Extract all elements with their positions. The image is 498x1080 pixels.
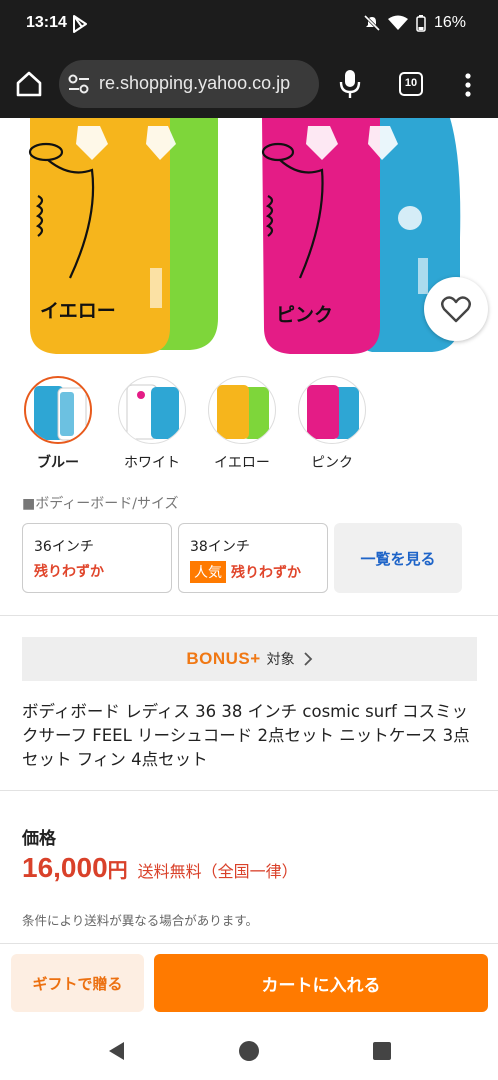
variant-yellow[interactable]: イエロー <box>204 376 280 472</box>
size-heading: ■ボディーボード/サイズ <box>22 496 179 512</box>
bonus-logo: BONUS+ <box>186 649 261 668</box>
home-circle-icon[interactable] <box>238 1040 260 1062</box>
variant-pink[interactable]: ピンク <box>294 376 370 472</box>
size-name: 36インチ <box>34 539 94 555</box>
board-thumbnail-icon <box>217 385 269 439</box>
add-to-cart-button[interactable]: カートに入れる <box>154 954 488 1012</box>
divider <box>0 790 498 791</box>
home-icon[interactable] <box>12 67 46 101</box>
variant-thumb-white <box>118 376 186 444</box>
bonus-banner[interactable]: BONUS+ 対象 <box>22 637 477 681</box>
stock-status: 残りわずか <box>34 564 104 580</box>
url-text: re.shopping.yahoo.co.jp <box>99 73 291 93</box>
board-thumbnail-icon <box>34 386 87 441</box>
variant-thumb-yellow <box>208 376 276 444</box>
view-all-button[interactable]: 一覧を見る <box>334 523 462 593</box>
bonus-target-label: 対象 <box>266 652 295 668</box>
stock-status: 残りわずか <box>231 565 301 581</box>
hero-label-pink: ピンク <box>276 304 334 326</box>
price-value: 16,000 <box>22 852 108 883</box>
board-thumbnail-icon <box>307 385 359 439</box>
microphone-icon[interactable] <box>337 68 363 100</box>
product-title: ボディボード レディス 36 38 インチ cosmic surf コスミックサ… <box>22 702 470 769</box>
shipping-info: 送料無料（全国一律） <box>137 862 298 881</box>
variant-blue[interactable]: ブルー <box>20 376 96 472</box>
action-bar: ギフトで贈る カートに入れる <box>0 943 498 1023</box>
address-bar[interactable]: re.shopping.yahoo.co.jp <box>59 60 319 108</box>
status-bar: 13:14 16% <box>0 0 498 50</box>
battery-percent: 16% <box>433 14 466 31</box>
heart-icon <box>441 296 471 323</box>
back-icon[interactable] <box>106 1040 126 1062</box>
chevron-right-icon <box>304 652 312 666</box>
play-store-icon <box>73 15 87 33</box>
more-menu-icon[interactable] <box>460 70 476 100</box>
variant-white[interactable]: ホワイト <box>114 376 190 472</box>
system-nav-bar <box>0 1023 498 1080</box>
stock-row: 人気 残りわずか <box>190 561 317 583</box>
variant-label: ブルー <box>37 455 79 471</box>
favorite-button[interactable] <box>424 277 488 341</box>
gift-button[interactable]: ギフトで贈る <box>11 954 144 1012</box>
variant-label: イエロー <box>214 455 270 471</box>
size-option-38[interactable]: 38インチ 人気 残りわずか <box>178 523 328 593</box>
board-thumbnail-icon <box>126 384 179 440</box>
price-heading: 価格 <box>22 829 56 849</box>
status-icons: 16% <box>363 14 466 32</box>
price-unit: 円 <box>107 858 128 882</box>
site-settings-icon[interactable] <box>67 73 91 95</box>
size-name: 38インチ <box>190 539 250 555</box>
variant-thumb-blue <box>24 376 92 444</box>
browser-toolbar: re.shopping.yahoo.co.jp 10 <box>0 50 498 118</box>
mute-icon <box>363 15 380 31</box>
color-variants: ブルー ホワイト イエロー ピンク <box>20 376 480 476</box>
shipping-note: 条件により送料が異なる場合があります。 <box>22 913 259 928</box>
variant-label: ピンク <box>311 455 353 471</box>
divider <box>0 615 498 616</box>
wifi-icon <box>387 15 408 30</box>
hero-label-yellow: イエロー <box>40 300 116 322</box>
size-option-36[interactable]: 36インチ 残りわずか <box>22 523 172 593</box>
battery-icon <box>416 14 426 32</box>
popular-badge: 人気 <box>190 561 226 583</box>
variant-thumb-pink <box>298 376 366 444</box>
tab-switcher-button[interactable]: 10 <box>399 72 423 96</box>
product-hero-image[interactable]: イエロー ピンク <box>0 118 498 358</box>
variant-label: ホワイト <box>124 455 180 471</box>
price-row: 16,000 円 送料無料（全国一律） <box>22 852 298 884</box>
recents-icon[interactable] <box>372 1041 392 1061</box>
status-time: 13:14 <box>26 14 67 31</box>
